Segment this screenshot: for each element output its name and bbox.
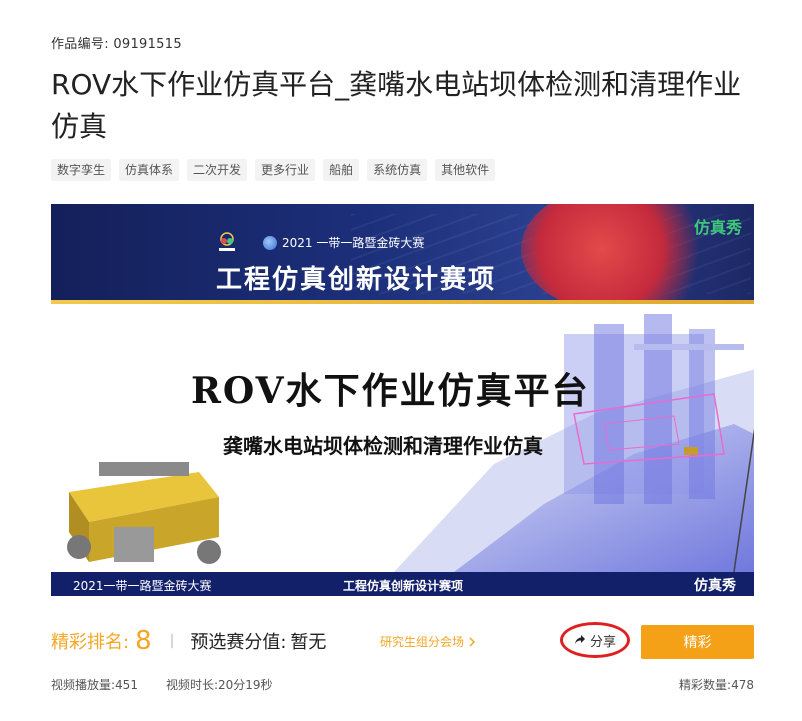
venue-link[interactable]: 研究生组分会场 bbox=[380, 633, 476, 650]
rov-machine-illustration bbox=[67, 462, 221, 564]
share-arrow-icon bbox=[574, 635, 585, 644]
prelim-score-value: 暂无 bbox=[290, 632, 327, 653]
brand-logo-top: 仿真秀 bbox=[693, 218, 742, 237]
track-title: 工程仿真创新设计赛项 bbox=[215, 265, 496, 295]
excellent-button[interactable]: 精彩 bbox=[641, 625, 754, 659]
excellent-count: 精彩数量:478 bbox=[679, 676, 754, 693]
tag-more-industries[interactable]: 更多行业 bbox=[255, 159, 316, 181]
tag-other-software[interactable]: 其他软件 bbox=[435, 159, 496, 181]
excellent-count-value: 478 bbox=[731, 678, 754, 692]
page-title: ROV水下作业仿真平台_龚嘴水电站坝体检测和清理作业仿真 bbox=[51, 68, 742, 143]
rank-row: 精彩排名: 8 | 预选赛分值: 暂无 bbox=[51, 623, 326, 659]
prelim-score-label: 预选赛分值: bbox=[190, 632, 287, 653]
work-number: 作品编号: 09191515 bbox=[51, 33, 182, 52]
tag-ship[interactable]: 船舶 bbox=[323, 159, 360, 181]
rank-divider: | bbox=[169, 633, 175, 649]
chevron-right-icon bbox=[469, 636, 476, 647]
footer-brand: 仿真秀 bbox=[694, 578, 736, 594]
video-duration-label: 视频时长: bbox=[165, 678, 218, 692]
excellent-count-label: 精彩数量: bbox=[679, 678, 732, 692]
banner-body: ROV水下作业仿真平台 龚嘴水电站坝体检测和清理作业仿真 bbox=[51, 304, 754, 572]
globe-icon bbox=[263, 235, 277, 250]
tag-digital-twin[interactable]: 数字孪生 bbox=[51, 159, 112, 181]
work-number-label: 作品编号: bbox=[51, 37, 109, 52]
play-count-value: 451 bbox=[115, 678, 138, 692]
video-stats: 视频播放量:451 视频时长:20分19秒 bbox=[51, 676, 273, 693]
venue-link-label: 研究生组分会场 bbox=[380, 635, 465, 649]
tag-list: 数字孪生 仿真体系 二次开发 更多行业 船舶 系统仿真 其他软件 bbox=[51, 159, 496, 181]
work-number-value: 09191515 bbox=[113, 37, 182, 52]
contest-year-text: 2021 一带一路暨金砖大赛 bbox=[282, 236, 425, 250]
banner-header: 2021 一带一路暨金砖大赛 仿真秀 工程仿真创新设计赛项 bbox=[51, 204, 754, 314]
banner-subtitle: 龚嘴水电站坝体检测和清理作业仿真 bbox=[223, 434, 543, 458]
tag-system-sim[interactable]: 系统仿真 bbox=[367, 159, 428, 181]
rank-label: 精彩排名: bbox=[51, 632, 130, 653]
brics-logo-icon bbox=[219, 232, 235, 251]
rank-value: 8 bbox=[135, 626, 152, 656]
video-duration: 视频时长:20分19秒 bbox=[166, 676, 273, 693]
play-count-label: 视频播放量: bbox=[51, 678, 116, 692]
banner-footer: 2021一带一路暨金砖大赛 工程仿真创新设计赛项 仿真秀 bbox=[51, 572, 754, 596]
share-button[interactable]: 分享 bbox=[560, 622, 630, 658]
share-label: 分享 bbox=[589, 634, 616, 650]
banner-main-title: ROV水下作业仿真平台 bbox=[191, 370, 590, 412]
play-count: 视频播放量:451 bbox=[51, 676, 138, 693]
contest-year: 2021 一带一路暨金砖大赛 bbox=[263, 234, 424, 251]
footer-contest: 2021一带一路暨金砖大赛 bbox=[73, 579, 212, 593]
video-duration-value: 20分19秒 bbox=[218, 678, 273, 692]
footer-track: 工程仿真创新设计赛项 bbox=[343, 579, 464, 593]
tag-secondary-dev[interactable]: 二次开发 bbox=[187, 159, 248, 181]
tag-sim-system[interactable]: 仿真体系 bbox=[119, 159, 180, 181]
video-cover[interactable]: 2021 一带一路暨金砖大赛 仿真秀 工程仿真创新设计赛项 ROV水下作业仿真平… bbox=[51, 204, 754, 596]
